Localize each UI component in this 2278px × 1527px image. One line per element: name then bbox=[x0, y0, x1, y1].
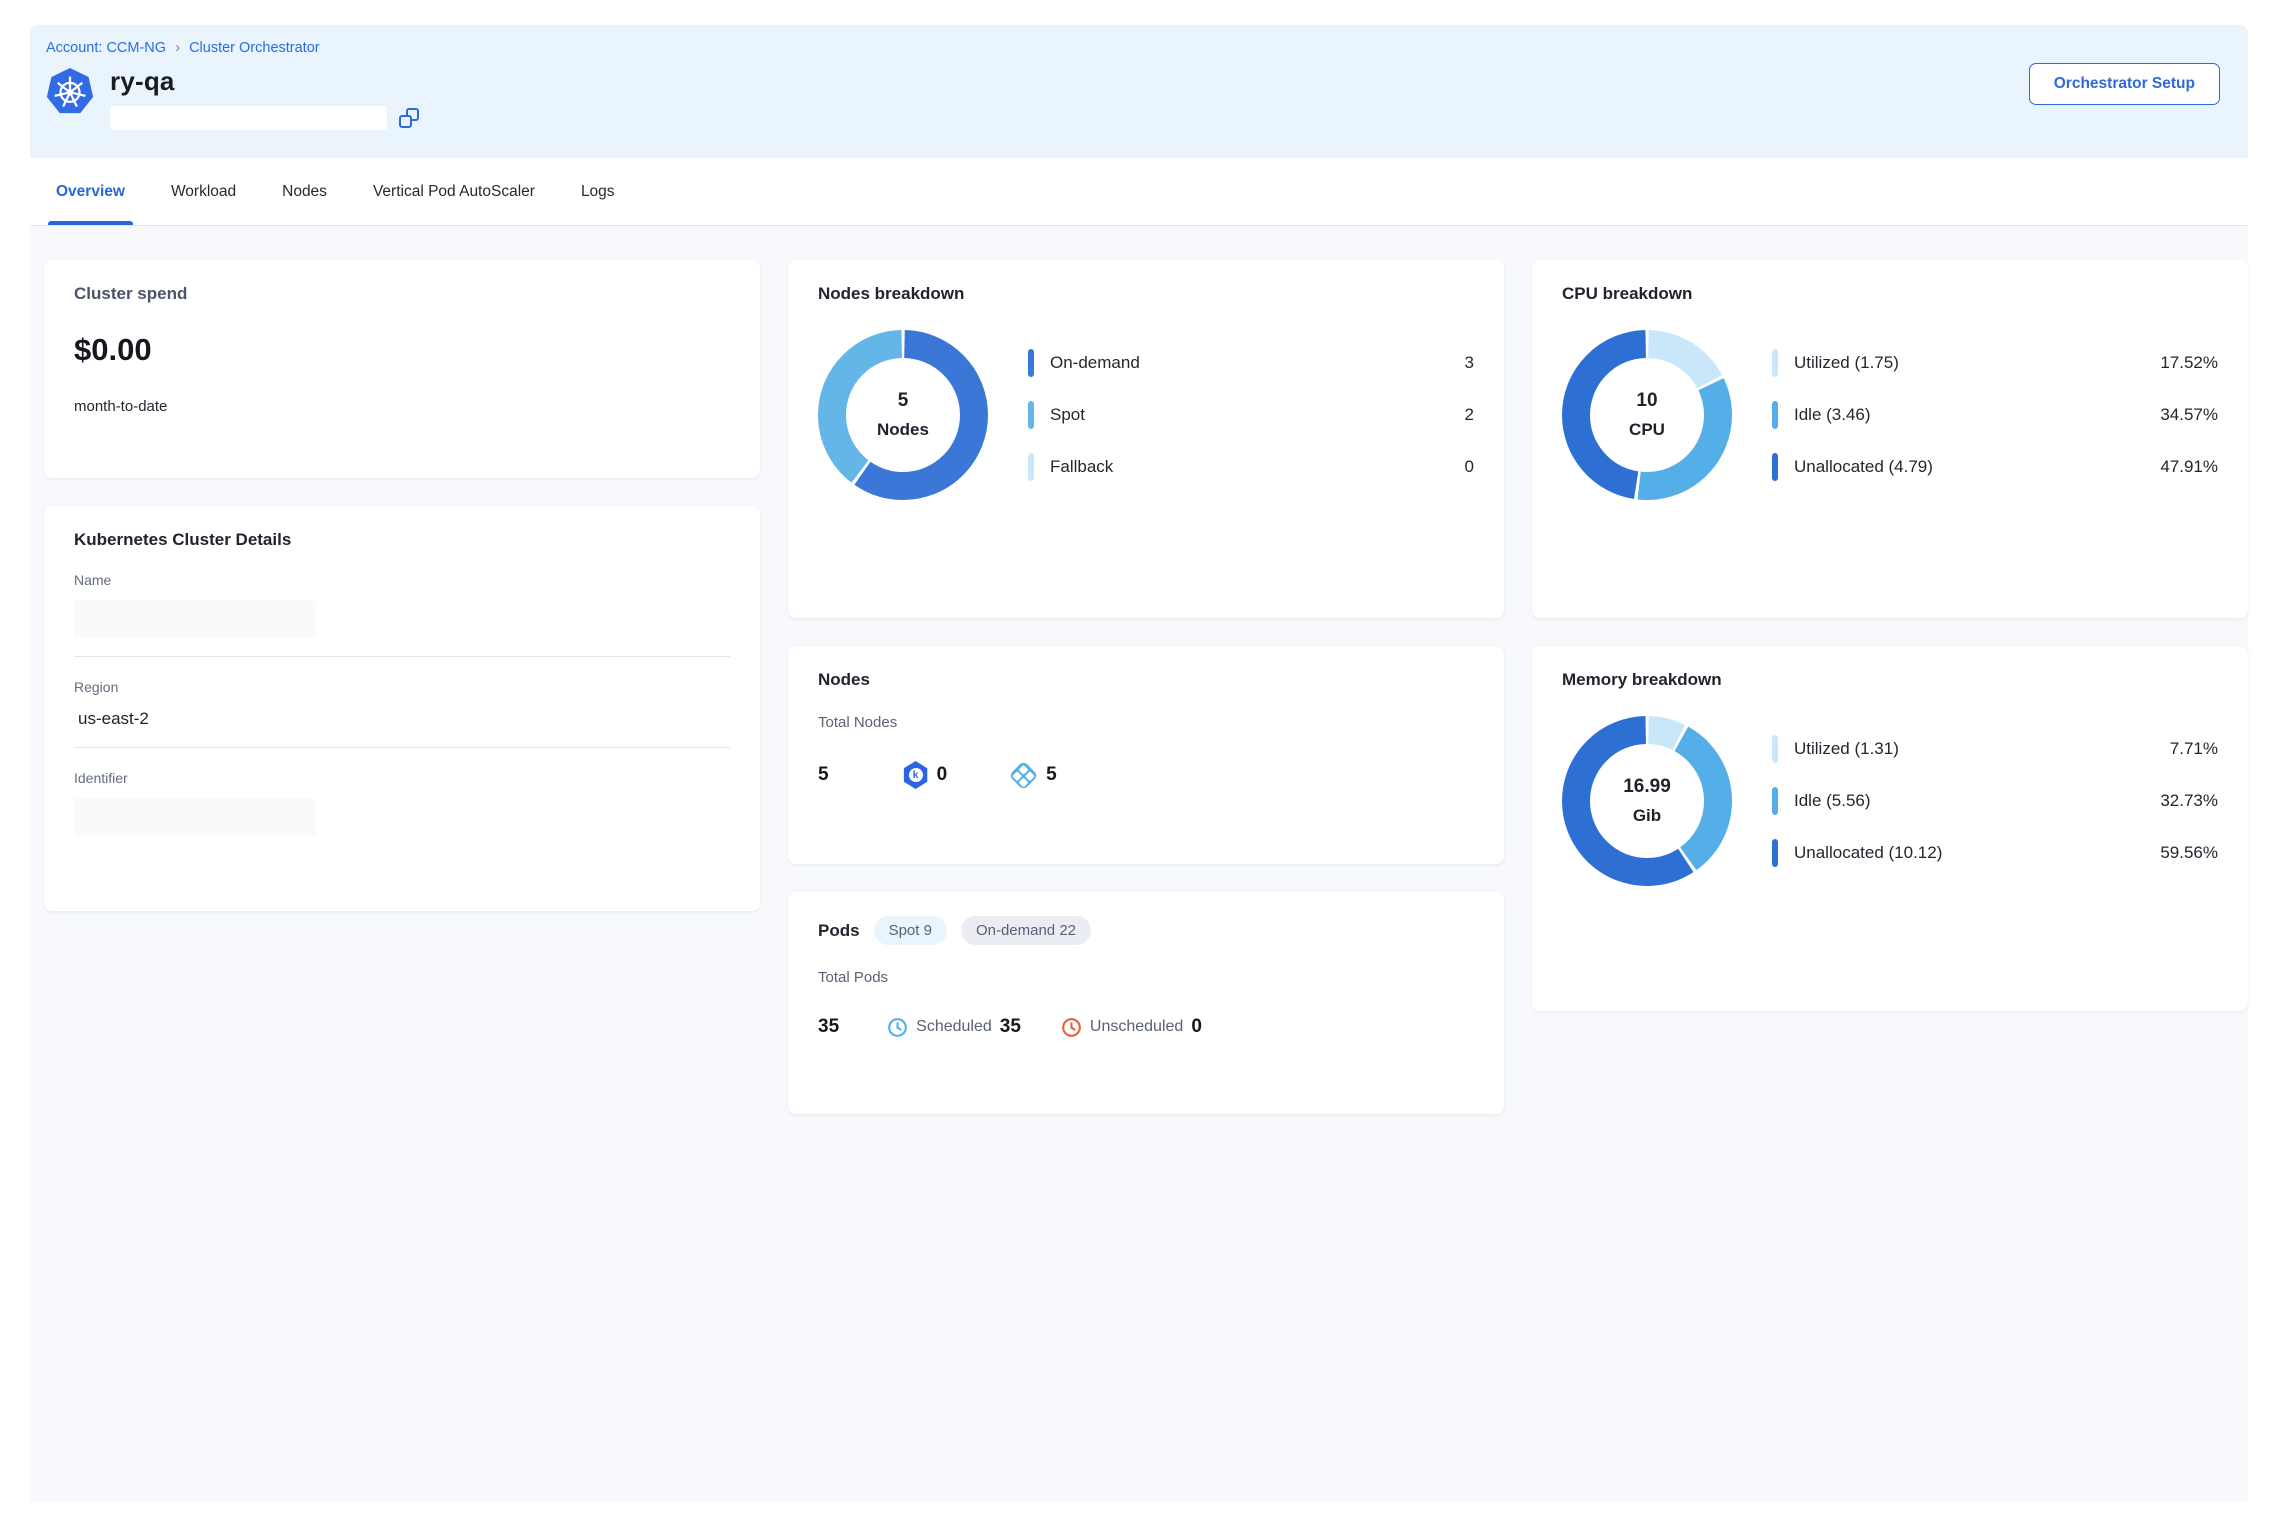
legend-label: Utilized (1.31) bbox=[1794, 739, 2170, 759]
total-pods-label: Total Pods bbox=[818, 969, 1474, 986]
cpu-breakdown-card: CPU breakdown 10CPU Utilized (1.75)17.52%… bbox=[1532, 260, 2248, 618]
chart-legend: Utilized (1.31)7.71% Idle (5.56)32.73% Una… bbox=[1772, 735, 2218, 867]
legend-item: Fallback0 bbox=[1028, 453, 1474, 481]
karpenter-nodes-value: 0 bbox=[937, 764, 948, 786]
field-label-identifier: Identifier bbox=[74, 770, 730, 786]
pods-title: Pods bbox=[818, 921, 860, 941]
legend-value: 34.57% bbox=[2160, 405, 2218, 425]
legend-item: Idle (5.56)32.73% bbox=[1772, 787, 2218, 815]
legend-label: On-demand bbox=[1050, 353, 1465, 373]
unscheduled-label: Unscheduled bbox=[1090, 1018, 1183, 1036]
legend-marker bbox=[1772, 839, 1778, 867]
legend-item: On-demand3 bbox=[1028, 349, 1474, 377]
legend-item: Unallocated (4.79)47.91% bbox=[1772, 453, 2218, 481]
field-label-region: Region bbox=[74, 679, 730, 695]
legend-marker bbox=[1772, 349, 1778, 377]
legend-value: 32.73% bbox=[2160, 791, 2218, 811]
field-label-name: Name bbox=[74, 572, 730, 588]
nodes-total-card: Nodes Total Nodes 5 k 0 5 bbox=[788, 646, 1504, 864]
legend-label: Spot bbox=[1050, 405, 1465, 425]
legend-label: Unallocated (4.79) bbox=[1794, 457, 2160, 477]
cluster-spend-amount: $0.00 bbox=[74, 332, 730, 368]
legend-value: 47.91% bbox=[2160, 457, 2218, 477]
chart-legend: Utilized (1.75)17.52% Idle (3.46)34.57% Un… bbox=[1772, 349, 2218, 481]
legend-marker bbox=[1028, 401, 1034, 429]
cpu-breakdown-title: CPU breakdown bbox=[1562, 284, 2218, 304]
karpenter-hexagon-icon: k bbox=[903, 761, 929, 789]
tab-nodes[interactable]: Nodes bbox=[274, 158, 335, 225]
legend-value: 59.56% bbox=[2160, 843, 2218, 863]
legend-marker bbox=[1772, 401, 1778, 429]
legend-item: Spot2 bbox=[1028, 401, 1474, 429]
memory-breakdown-card: Memory breakdown 16.99Gib Utilized (1.31)… bbox=[1532, 646, 2248, 1011]
nodes-total-title: Nodes bbox=[818, 670, 1474, 690]
scheduled-value: 35 bbox=[1000, 1016, 1021, 1038]
redacted-name-value bbox=[74, 600, 316, 638]
legend-item: Idle (3.46)34.57% bbox=[1772, 401, 2218, 429]
donut-center-label: 10CPU bbox=[1562, 330, 1732, 500]
legend-label: Idle (3.46) bbox=[1794, 405, 2160, 425]
total-nodes-value: 5 bbox=[818, 764, 829, 786]
nodes-breakdown-title: Nodes breakdown bbox=[818, 284, 1474, 304]
legend-label: Unallocated (10.12) bbox=[1794, 843, 2160, 863]
unscheduled-clock-icon bbox=[1061, 1017, 1082, 1038]
legend-label: Fallback bbox=[1050, 457, 1465, 477]
overview-content: Cluster spend $0.00 month-to-date Kubern… bbox=[30, 226, 2248, 1502]
scheduled-label: Scheduled bbox=[916, 1018, 992, 1036]
chart-legend: On-demand3 Spot2 Fallback0 bbox=[1028, 349, 1474, 481]
breadcrumb-page-link[interactable]: Cluster Orchestrator bbox=[189, 40, 320, 56]
spot-diamond-icon bbox=[1009, 760, 1039, 790]
cluster-details-title: Kubernetes Cluster Details bbox=[74, 530, 730, 550]
tab-vertical-pod-autoscaler[interactable]: Vertical Pod AutoScaler bbox=[365, 158, 543, 225]
donut-center-label: 16.99Gib bbox=[1562, 716, 1732, 886]
breadcrumb-separator-icon: › bbox=[175, 39, 180, 56]
cluster-details-card: Kubernetes Cluster Details Name Region u… bbox=[44, 506, 760, 911]
copy-icon[interactable] bbox=[399, 108, 419, 128]
total-nodes-label: Total Nodes bbox=[818, 714, 1474, 731]
legend-marker bbox=[1772, 787, 1778, 815]
tab-logs[interactable]: Logs bbox=[573, 158, 623, 225]
cluster-spend-title: Cluster spend bbox=[74, 284, 730, 304]
legend-value: 7.71% bbox=[2170, 739, 2218, 759]
legend-marker bbox=[1772, 735, 1778, 763]
kubernetes-icon bbox=[46, 68, 94, 118]
unscheduled-value: 0 bbox=[1191, 1016, 1202, 1038]
page-header: Account: CCM-NG › Cluster Orchestrator bbox=[30, 25, 2248, 158]
legend-label: Idle (5.56) bbox=[1794, 791, 2160, 811]
legend-label: Utilized (1.75) bbox=[1794, 353, 2160, 373]
breadcrumb: Account: CCM-NG › Cluster Orchestrator bbox=[46, 39, 2220, 56]
legend-item: Unallocated (10.12)59.56% bbox=[1772, 839, 2218, 867]
ondemand-pods-badge: On-demand 22 bbox=[961, 916, 1091, 945]
redacted-cluster-id bbox=[110, 106, 387, 130]
legend-value: 2 bbox=[1465, 405, 1474, 425]
legend-value: 3 bbox=[1465, 353, 1474, 373]
legend-marker bbox=[1028, 349, 1034, 377]
donut-center-label: 5Nodes bbox=[818, 330, 988, 500]
spot-nodes-value: 5 bbox=[1046, 764, 1057, 786]
main-panel: Account: CCM-NG › Cluster Orchestrator bbox=[30, 25, 2248, 1502]
cluster-spend-period: month-to-date bbox=[74, 398, 730, 415]
tab-bar: Overview Workload Nodes Vertical Pod Aut… bbox=[30, 158, 2248, 226]
pods-card: Pods Spot 9 On-demand 22 Total Pods 35 S… bbox=[788, 892, 1504, 1114]
orchestrator-setup-button[interactable]: Orchestrator Setup bbox=[2029, 63, 2220, 105]
legend-item: Utilized (1.75)17.52% bbox=[1772, 349, 2218, 377]
breadcrumb-account-link[interactable]: Account: CCM-NG bbox=[46, 40, 166, 56]
cluster-spend-card: Cluster spend $0.00 month-to-date bbox=[44, 260, 760, 478]
field-value-region: us-east-2 bbox=[74, 709, 730, 729]
scheduled-clock-icon bbox=[887, 1017, 908, 1038]
legend-value: 0 bbox=[1465, 457, 1474, 477]
tab-overview[interactable]: Overview bbox=[48, 158, 133, 225]
legend-marker bbox=[1772, 453, 1778, 481]
tab-workload[interactable]: Workload bbox=[163, 158, 244, 225]
page-title: ry-qa bbox=[110, 66, 419, 97]
nodes-breakdown-card: Nodes breakdown 5Nodes On-demand3 Spot2 Fal… bbox=[788, 260, 1504, 618]
spot-pods-badge: Spot 9 bbox=[874, 916, 947, 945]
legend-marker bbox=[1028, 453, 1034, 481]
legend-item: Utilized (1.31)7.71% bbox=[1772, 735, 2218, 763]
redacted-identifier-value bbox=[74, 798, 316, 836]
total-pods-value: 35 bbox=[818, 1016, 839, 1038]
memory-breakdown-title: Memory breakdown bbox=[1562, 670, 2218, 690]
legend-value: 17.52% bbox=[2160, 353, 2218, 373]
